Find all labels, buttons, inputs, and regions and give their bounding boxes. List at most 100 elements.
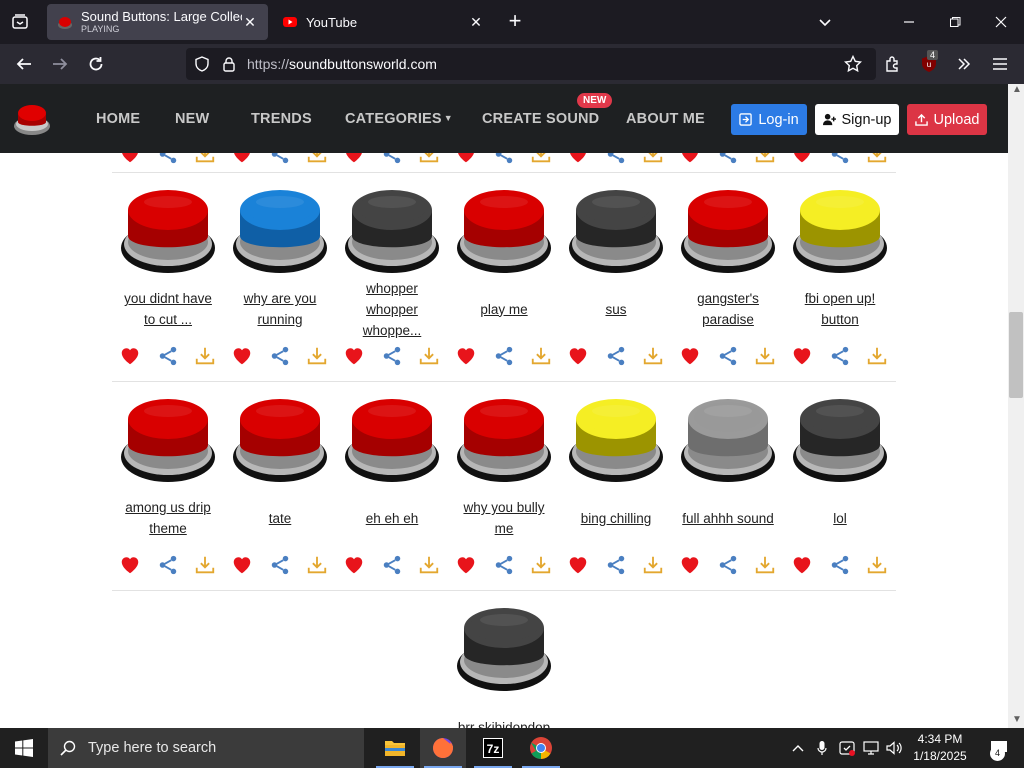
sound-button[interactable]: [678, 184, 778, 276]
bookmark-star-icon[interactable]: [844, 55, 862, 73]
signup-button[interactable]: Sign-up: [815, 104, 899, 135]
firefox-taskbar-button[interactable]: [420, 728, 466, 768]
download-icon[interactable]: [529, 344, 553, 368]
favorite-heart-icon[interactable]: [230, 553, 254, 577]
minimize-icon[interactable]: [886, 0, 932, 44]
taskbar-search-box[interactable]: Type here to search: [48, 728, 364, 768]
start-button[interactable]: [0, 728, 48, 768]
scroll-thumb[interactable]: [1009, 312, 1023, 398]
favorite-heart-icon[interactable]: [454, 553, 478, 577]
scroll-up-icon[interactable]: ▲: [1012, 85, 1022, 95]
favorite-heart-icon[interactable]: [342, 344, 366, 368]
download-icon[interactable]: [417, 553, 441, 577]
sound-button-label[interactable]: you didnt have to cut ...: [112, 278, 224, 340]
lock-icon[interactable]: [222, 56, 236, 72]
share-icon[interactable]: [380, 553, 404, 577]
share-icon[interactable]: [716, 344, 740, 368]
share-icon[interactable]: [604, 344, 628, 368]
hamburger-menu-icon[interactable]: [988, 52, 1012, 76]
sound-button[interactable]: [790, 184, 890, 276]
sound-button-label[interactable]: lol: [784, 487, 896, 549]
sound-button-label[interactable]: play me: [448, 278, 560, 340]
favorite-heart-icon[interactable]: [342, 553, 366, 577]
close-window-icon[interactable]: [978, 0, 1024, 44]
defender-icon[interactable]: [836, 728, 858, 768]
favorite-heart-icon[interactable]: [118, 553, 142, 577]
url-bar[interactable]: https://soundbuttonsworld.com: [186, 48, 876, 80]
sound-button-label[interactable]: tate: [224, 487, 336, 549]
sound-button[interactable]: [454, 393, 554, 485]
show-hidden-icons-chevron-icon[interactable]: [788, 728, 808, 768]
sound-button[interactable]: [678, 393, 778, 485]
sound-button-label[interactable]: fbi open up! button: [784, 278, 896, 340]
nav-new[interactable]: NEW: [175, 111, 209, 127]
download-icon[interactable]: [193, 344, 217, 368]
volume-icon[interactable]: [884, 728, 906, 768]
network-icon[interactable]: [860, 728, 882, 768]
sound-button[interactable]: [230, 393, 330, 485]
url-text[interactable]: https://soundbuttonsworld.com: [247, 56, 437, 72]
scroll-down-icon[interactable]: ▼: [1012, 715, 1022, 725]
download-icon[interactable]: [865, 344, 889, 368]
share-icon[interactable]: [828, 553, 852, 577]
sound-button[interactable]: [342, 184, 442, 276]
7zip-taskbar-button[interactable]: 7z: [470, 728, 516, 768]
taskbar-clock[interactable]: 4:34 PM 1/18/2025: [906, 731, 974, 765]
login-button[interactable]: Log-in: [731, 104, 807, 135]
file-explorer-taskbar-button[interactable]: [372, 728, 418, 768]
sound-button[interactable]: [790, 393, 890, 485]
sound-button-label[interactable]: gangster's paradise: [672, 278, 784, 340]
favorite-heart-icon[interactable]: [790, 553, 814, 577]
sound-button-label[interactable]: bing chilling: [560, 487, 672, 549]
download-icon[interactable]: [753, 553, 777, 577]
download-icon[interactable]: [193, 553, 217, 577]
sound-button[interactable]: [566, 184, 666, 276]
tab-list-button[interactable]: [6, 8, 34, 36]
sound-button-label[interactable]: sus: [560, 278, 672, 340]
sound-button[interactable]: [230, 184, 330, 276]
share-icon[interactable]: [492, 553, 516, 577]
new-tab-icon[interactable]: +: [505, 10, 525, 34]
chrome-taskbar-button[interactable]: [518, 728, 564, 768]
share-icon[interactable]: [156, 344, 180, 368]
nav-create-sound[interactable]: CREATE SOUND: [482, 111, 599, 127]
share-icon[interactable]: [268, 344, 292, 368]
sound-button-label[interactable]: among us drip theme: [112, 487, 224, 549]
sound-button-label[interactable]: full ahhh sound: [672, 487, 784, 549]
back-icon[interactable]: [12, 52, 36, 76]
sound-button[interactable]: [118, 184, 218, 276]
list-all-tabs-chevron-icon[interactable]: [802, 0, 848, 44]
share-icon[interactable]: [716, 553, 740, 577]
sound-button-label[interactable]: whopper whopper whoppe...: [336, 278, 448, 340]
favorite-heart-icon[interactable]: [566, 344, 590, 368]
tab-youtube[interactable]: YouTube ✕: [272, 4, 494, 40]
nav-about-me[interactable]: ABOUT ME: [626, 111, 705, 127]
sound-button-label[interactable]: brr skibidopdop: [448, 696, 560, 729]
download-icon[interactable]: [417, 344, 441, 368]
share-icon[interactable]: [492, 344, 516, 368]
sound-button-label[interactable]: why are you running: [224, 278, 336, 340]
sound-button[interactable]: [454, 602, 554, 694]
upload-button[interactable]: Upload: [907, 104, 987, 135]
download-icon[interactable]: [305, 344, 329, 368]
download-icon[interactable]: [529, 553, 553, 577]
sound-button[interactable]: [342, 393, 442, 485]
share-icon[interactable]: [828, 344, 852, 368]
share-icon[interactable]: [156, 553, 180, 577]
favorite-heart-icon[interactable]: [678, 553, 702, 577]
sound-button-label[interactable]: eh eh eh: [336, 487, 448, 549]
site-logo-icon[interactable]: [12, 98, 52, 138]
microphone-icon[interactable]: [812, 728, 832, 768]
sound-button[interactable]: [566, 393, 666, 485]
nav-home[interactable]: HOME: [96, 111, 140, 127]
sound-button[interactable]: [118, 393, 218, 485]
download-icon[interactable]: [305, 553, 329, 577]
tab-sound-buttons[interactable]: Sound Buttons: Large Collection PLAYING …: [47, 4, 268, 40]
favorite-heart-icon[interactable]: [790, 344, 814, 368]
forward-icon[interactable]: [48, 52, 72, 76]
overflow-chevron-icon[interactable]: [952, 52, 976, 76]
nav-categories[interactable]: CATEGORIES ▼: [345, 111, 453, 127]
close-tab-icon[interactable]: ✕: [242, 14, 258, 30]
nav-trends[interactable]: TRENDS: [251, 111, 312, 127]
ublock-origin-icon[interactable]: u 4: [917, 50, 941, 76]
